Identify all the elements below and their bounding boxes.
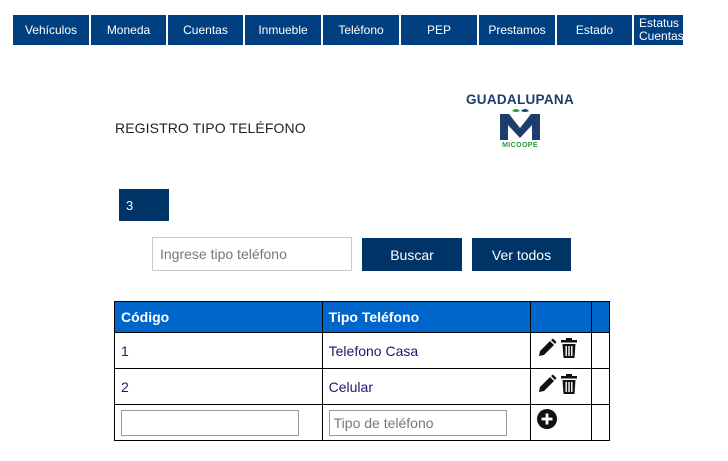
cell-extra — [591, 368, 610, 405]
guadalupana-logo: GUADALUPANA MICOOPE — [446, 92, 594, 154]
cell-code: 1 — [114, 332, 323, 369]
new-row — [114, 404, 610, 441]
header-tipo-telefono: Tipo Teléfono — [321, 301, 532, 333]
cell-extra — [591, 332, 610, 369]
plus-circle-icon[interactable] — [537, 408, 558, 429]
page-title: REGISTRO TIPO TELÉFONO — [115, 120, 306, 136]
top-nav: Vehículos Moneda Cuentas Inmueble Teléfo… — [13, 15, 684, 45]
cell-actions — [530, 332, 593, 369]
search-input[interactable] — [152, 237, 352, 271]
logo-sub: MICOOPE — [502, 142, 538, 149]
page-size-selector[interactable]: 3 — [119, 189, 169, 221]
cell-new-actions — [530, 404, 593, 441]
cell-type: Celular — [321, 368, 532, 405]
nav-item-estado[interactable]: Estado — [557, 15, 634, 45]
phone-type-table: Código Tipo Teléfono 1 Telefono Casa 2 C… — [114, 301, 610, 441]
trash-icon[interactable] — [561, 337, 578, 358]
cell-actions — [530, 368, 593, 405]
cell-code: 2 — [114, 368, 323, 405]
nav-item-cuentas[interactable]: Cuentas — [168, 15, 245, 45]
cell-new-type — [321, 404, 532, 441]
nav-item-inmueble[interactable]: Inmueble — [245, 15, 323, 45]
nav-item-pep[interactable]: PEP — [401, 15, 479, 45]
nav-item-prestamos[interactable]: Prestamos — [479, 15, 557, 45]
trash-icon[interactable] — [561, 373, 578, 394]
header-extra — [591, 301, 610, 333]
nav-item-telefono[interactable]: Teléfono — [323, 15, 401, 45]
show-all-button[interactable]: Ver todos — [472, 238, 571, 271]
table-header-row: Código Tipo Teléfono — [114, 301, 610, 333]
nav-item-estatus-cuentas[interactable]: Estatus Cuentas — [634, 15, 684, 45]
pencil-icon[interactable] — [537, 338, 557, 358]
new-code-input[interactable] — [121, 409, 299, 436]
search-button[interactable]: Buscar — [362, 238, 462, 271]
pencil-icon[interactable] — [537, 374, 557, 394]
nav-item-moneda[interactable]: Moneda — [91, 15, 168, 45]
header-codigo: Código — [114, 301, 323, 333]
cell-extra — [591, 404, 610, 441]
table-row: 2 Celular — [114, 368, 610, 405]
table-row: 1 Telefono Casa — [114, 332, 610, 369]
nav-item-vehiculos[interactable]: Vehículos — [13, 15, 91, 45]
cell-new-code — [114, 404, 323, 441]
new-type-input[interactable] — [328, 409, 507, 436]
cell-type: Telefono Casa — [321, 332, 532, 369]
header-actions — [530, 301, 593, 333]
